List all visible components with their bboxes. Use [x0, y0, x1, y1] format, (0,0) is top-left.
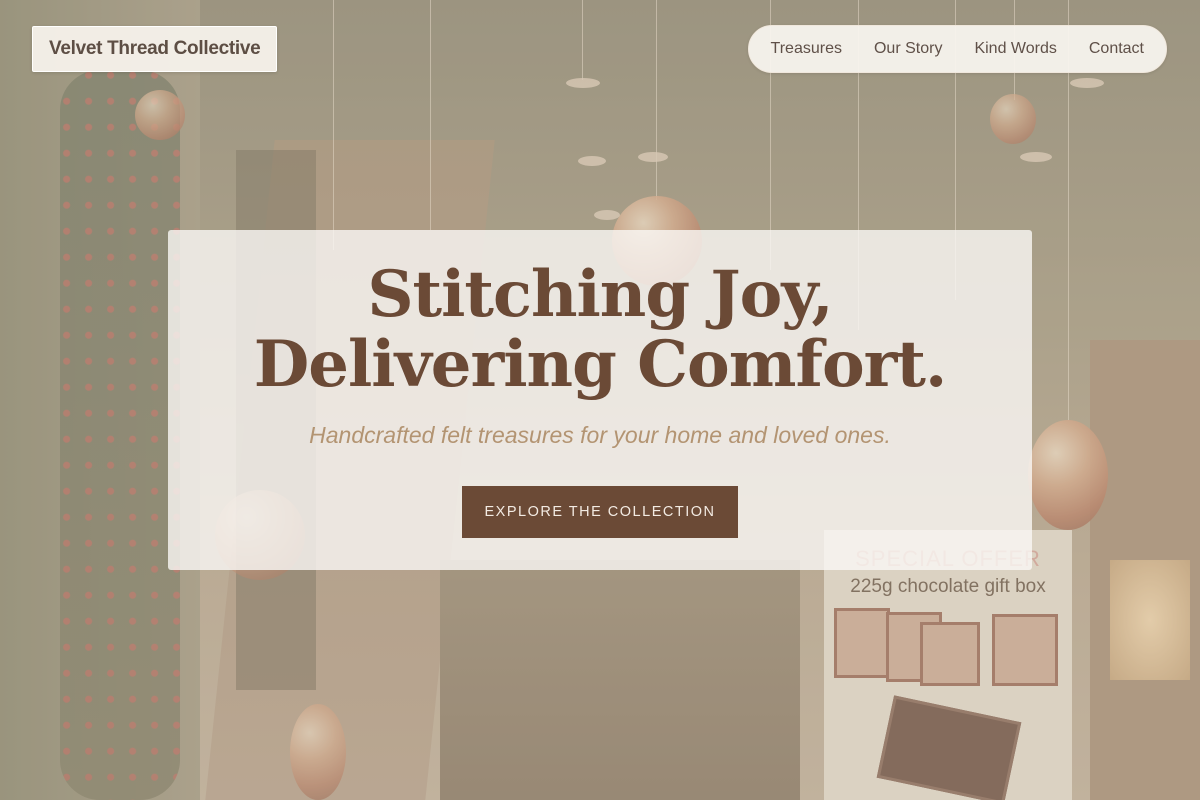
- main-nav: Treasures Our Story Kind Words Contact: [747, 25, 1167, 73]
- brand-name: Velvet Thread Collective: [49, 38, 261, 59]
- hero-title-line-2: Delivering Comfort.: [253, 327, 947, 402]
- nav-link-treasures[interactable]: Treasures: [771, 40, 842, 58]
- hero-title-line-1: Stitching Joy,: [367, 257, 833, 332]
- hero-subtitle: Handcrafted felt treasures for your home…: [309, 422, 891, 448]
- nav-link-our-story[interactable]: Our Story: [874, 40, 942, 58]
- hero-title: Stitching Joy, Delivering Comfort.: [168, 260, 1032, 400]
- nav-link-kind-words[interactable]: Kind Words: [974, 40, 1056, 58]
- nav-link-contact[interactable]: Contact: [1089, 40, 1144, 58]
- brand-logo[interactable]: Velvet Thread Collective: [32, 26, 278, 72]
- explore-collection-button[interactable]: EXPLORE THE COLLECTION: [462, 486, 738, 538]
- hero-card: Stitching Joy, Delivering Comfort. Handc…: [168, 230, 1032, 570]
